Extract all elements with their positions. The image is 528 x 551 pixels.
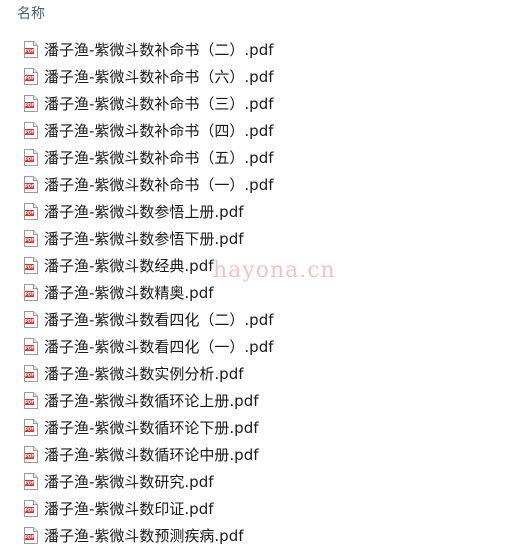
file-row[interactable]: PDF 潘子渔-紫微斗数循环论下册.pdf xyxy=(0,414,528,441)
file-name: 潘子渔-紫微斗数补命书（六）.pdf xyxy=(44,67,274,86)
pdf-file-icon: PDF xyxy=(24,473,38,490)
file-row[interactable]: PDF 潘子渔-紫微斗数补命书（五）.pdf xyxy=(0,144,528,171)
pdf-file-icon: PDF xyxy=(24,365,38,382)
pdf-file-icon: PDF xyxy=(24,311,38,328)
file-name: 潘子渔-紫微斗数看四化（二）.pdf xyxy=(44,310,274,329)
file-row[interactable]: PDF 潘子渔-紫微斗数补命书（六）.pdf xyxy=(0,63,528,90)
pdf-file-icon: PDF xyxy=(24,257,38,274)
file-name: 潘子渔-紫微斗数经典.pdf xyxy=(44,256,214,275)
file-name: 潘子渔-紫微斗数补命书（二）.pdf xyxy=(44,40,274,59)
file-row[interactable]: PDF 潘子渔-紫微斗数看四化（一）.pdf xyxy=(0,333,528,360)
file-row[interactable]: PDF 潘子渔-紫微斗数补命书（四）.pdf xyxy=(0,117,528,144)
file-name: 潘子渔-紫微斗数实例分析.pdf xyxy=(44,364,244,383)
pdf-file-icon: PDF xyxy=(24,419,38,436)
svg-text:PDF: PDF xyxy=(25,292,35,297)
file-name: 潘子渔-紫微斗数精奥.pdf xyxy=(44,283,214,302)
pdf-file-icon: PDF xyxy=(24,230,38,247)
file-row[interactable]: PDF 潘子渔-紫微斗数补命书（二）.pdf xyxy=(0,36,528,63)
pdf-file-icon: PDF xyxy=(24,527,38,544)
pdf-file-icon: PDF xyxy=(24,122,38,139)
file-name: 潘子渔-紫微斗数参悟上册.pdf xyxy=(44,202,244,221)
file-row[interactable]: PDF 潘子渔-紫微斗数参悟下册.pdf xyxy=(0,225,528,252)
svg-text:PDF: PDF xyxy=(25,373,35,378)
pdf-file-icon: PDF xyxy=(24,338,38,355)
file-row[interactable]: PDF 潘子渔-紫微斗数研究.pdf xyxy=(0,468,528,495)
file-row[interactable]: PDF 潘子渔-紫微斗数印证.pdf xyxy=(0,495,528,522)
pdf-file-icon: PDF xyxy=(24,203,38,220)
svg-text:PDF: PDF xyxy=(25,265,35,270)
svg-text:PDF: PDF xyxy=(25,427,35,432)
svg-text:PDF: PDF xyxy=(25,76,35,81)
svg-text:PDF: PDF xyxy=(25,454,35,459)
svg-text:PDF: PDF xyxy=(25,508,35,513)
file-name: 潘子渔-紫微斗数预测疾病.pdf xyxy=(44,526,244,545)
file-name: 潘子渔-紫微斗数研究.pdf xyxy=(44,472,214,491)
svg-text:PDF: PDF xyxy=(25,157,35,162)
svg-text:PDF: PDF xyxy=(25,481,35,486)
pdf-file-icon: PDF xyxy=(24,176,38,193)
file-name: 潘子渔-紫微斗数参悟下册.pdf xyxy=(44,229,244,248)
file-name: 潘子渔-紫微斗数补命书（五）.pdf xyxy=(44,148,274,167)
file-row[interactable]: PDF 潘子渔-紫微斗数参悟上册.pdf xyxy=(0,198,528,225)
svg-text:PDF: PDF xyxy=(25,319,35,324)
svg-text:PDF: PDF xyxy=(25,238,35,243)
file-row[interactable]: PDF 潘子渔-紫微斗数补命书（三）.pdf xyxy=(0,90,528,117)
file-row[interactable]: PDF 潘子渔-紫微斗数经典.pdf xyxy=(0,252,528,279)
file-row[interactable]: PDF 潘子渔-紫微斗数补命书（一）.pdf xyxy=(0,171,528,198)
file-row[interactable]: PDF 潘子渔-紫微斗数精奥.pdf xyxy=(0,279,528,306)
file-name: 潘子渔-紫微斗数循环论上册.pdf xyxy=(44,391,259,410)
file-name: 潘子渔-紫微斗数看四化（一）.pdf xyxy=(44,337,274,356)
file-row[interactable]: PDF 潘子渔-紫微斗数预测疾病.pdf xyxy=(0,522,528,549)
svg-text:PDF: PDF xyxy=(25,535,35,540)
file-row[interactable]: PDF 潘子渔-紫微斗数循环论上册.pdf xyxy=(0,387,528,414)
pdf-file-icon: PDF xyxy=(24,284,38,301)
file-list: PDF 潘子渔-紫微斗数补命书（二）.pdf PDF 潘子渔-紫微斗数补命书（六）.p… xyxy=(0,36,528,549)
pdf-file-icon: PDF xyxy=(24,500,38,517)
file-name: 潘子渔-紫微斗数补命书（四）.pdf xyxy=(44,121,274,140)
svg-text:PDF: PDF xyxy=(25,400,35,405)
pdf-file-icon: PDF xyxy=(24,446,38,463)
file-row[interactable]: PDF 潘子渔-紫微斗数实例分析.pdf xyxy=(0,360,528,387)
svg-text:PDF: PDF xyxy=(25,346,35,351)
pdf-file-icon: PDF xyxy=(24,95,38,112)
svg-text:PDF: PDF xyxy=(25,103,35,108)
svg-text:PDF: PDF xyxy=(25,184,35,189)
file-name: 潘子渔-紫微斗数补命书（一）.pdf xyxy=(44,175,274,194)
file-name: 潘子渔-紫微斗数循环论中册.pdf xyxy=(44,445,259,464)
svg-text:PDF: PDF xyxy=(25,49,35,54)
file-name: 潘子渔-紫微斗数印证.pdf xyxy=(44,499,214,518)
file-name: 潘子渔-紫微斗数补命书（三）.pdf xyxy=(44,94,274,113)
sort-ascending-caret-icon[interactable]: ^ xyxy=(266,0,274,6)
svg-text:PDF: PDF xyxy=(25,130,35,135)
pdf-file-icon: PDF xyxy=(24,392,38,409)
pdf-file-icon: PDF xyxy=(24,41,38,58)
file-name: 潘子渔-紫微斗数循环论下册.pdf xyxy=(44,418,259,437)
file-row[interactable]: PDF 潘子渔-紫微斗数看四化（二）.pdf xyxy=(0,306,528,333)
name-column-header[interactable]: 名称 xyxy=(17,5,45,23)
pdf-file-icon: PDF xyxy=(24,68,38,85)
file-row[interactable]: PDF 潘子渔-紫微斗数循环论中册.pdf xyxy=(0,441,528,468)
pdf-file-icon: PDF xyxy=(24,149,38,166)
svg-text:PDF: PDF xyxy=(25,211,35,216)
